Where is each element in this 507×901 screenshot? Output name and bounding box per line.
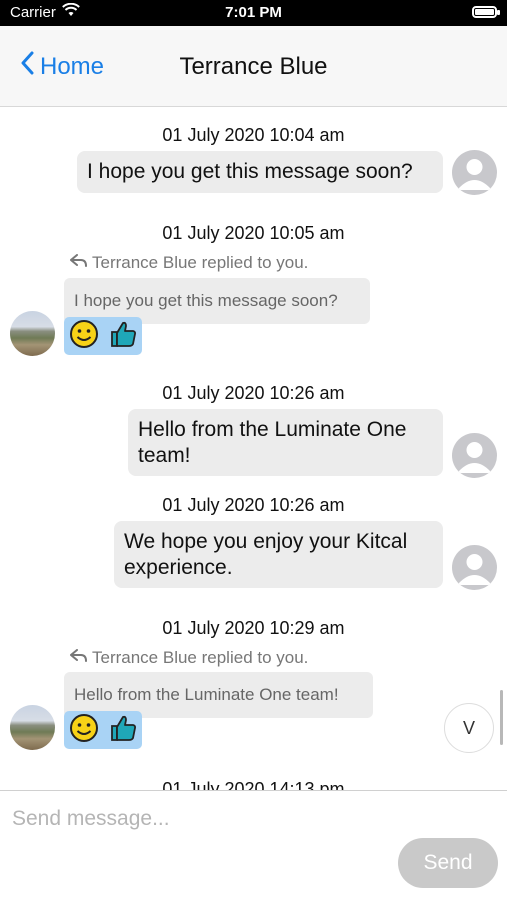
reply-note-text: Terrance Blue replied to you.: [92, 253, 309, 272]
smiley-face-icon[interactable]: [69, 319, 99, 354]
reaction-bar[interactable]: [64, 317, 142, 355]
reply-arrow-icon: [69, 253, 92, 273]
message-timestamp: 01 July 2020 10:26 am: [162, 383, 345, 403]
scroll-to-bottom-button[interactable]: V: [444, 703, 494, 753]
scrollbar[interactable]: [500, 690, 503, 745]
chat-thread[interactable]: 01 July 2020 10:04 am I hope you get thi…: [0, 107, 507, 790]
reply-note: Terrance Blue replied to you.: [69, 648, 309, 668]
conversation-title: Terrance Blue: [179, 53, 328, 80]
reply-note-text: Terrance Blue replied to you.: [92, 648, 309, 667]
outgoing-message-bubble[interactable]: I hope you get this message soon?: [77, 151, 443, 193]
send-button[interactable]: Send: [398, 838, 498, 888]
contact-avatar[interactable]: [10, 311, 55, 356]
message-timestamp: 01 July 2020 10:05 am: [162, 223, 345, 243]
thumbs-up-icon[interactable]: [108, 713, 138, 748]
person-icon: [459, 442, 490, 473]
navigation-bar: Home Terrance Blue: [0, 26, 507, 107]
contact-avatar[interactable]: [10, 705, 55, 750]
reaction-bar[interactable]: [64, 711, 142, 749]
message-timestamp: 01 July 2020 10:26 am: [162, 495, 345, 515]
message-composer: Send: [0, 790, 507, 901]
outgoing-message-bubble[interactable]: We hope you enjoy your Kitcal experience…: [114, 521, 443, 588]
message-timestamp: 01 July 2020 10:29 am: [162, 618, 345, 638]
message-input[interactable]: [10, 803, 494, 835]
smiley-face-icon[interactable]: [69, 713, 99, 748]
thumbs-up-icon[interactable]: [108, 319, 138, 354]
person-icon: [459, 554, 490, 585]
status-time: 7:01 PM: [225, 4, 282, 21]
user-avatar: [452, 433, 497, 478]
outgoing-message-bubble[interactable]: Hello from the Luminate One team!: [128, 409, 443, 476]
status-bar: Carrier 7:01 PM: [0, 0, 507, 26]
message-timestamp: 01 July 2020 14:13 pm: [162, 779, 345, 790]
battery-icon: [472, 6, 500, 18]
reply-note: Terrance Blue replied to you.: [69, 253, 309, 273]
message-timestamp: 01 July 2020 10:04 am: [162, 125, 345, 145]
reply-arrow-icon: [69, 648, 92, 668]
user-avatar: [452, 545, 497, 590]
user-avatar: [452, 150, 497, 195]
person-icon: [459, 159, 490, 190]
